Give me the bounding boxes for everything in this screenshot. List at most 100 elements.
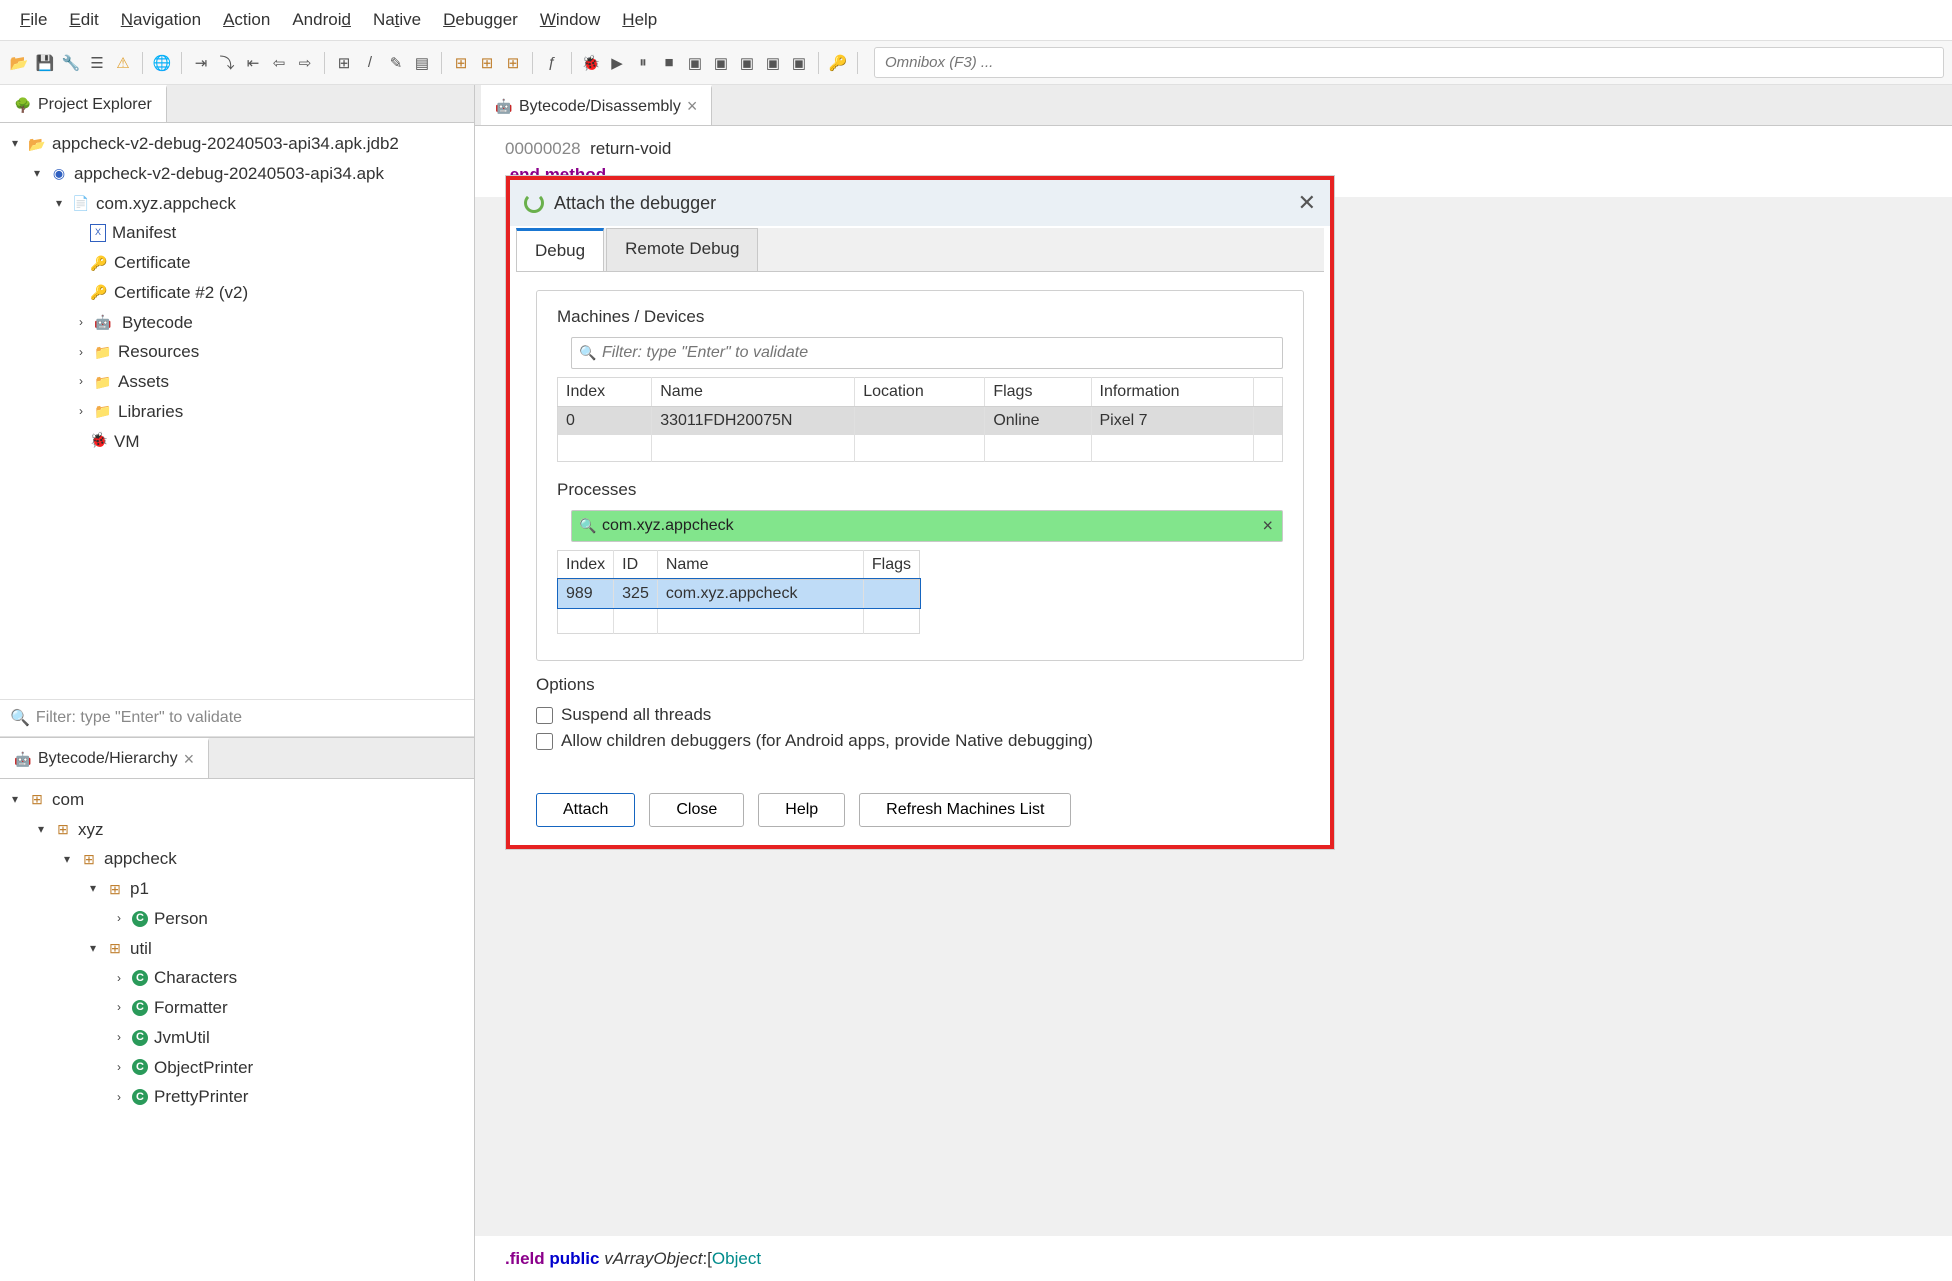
expander-icon[interactable]: › bbox=[112, 968, 126, 989]
tab-project-explorer[interactable]: 🌳 Project Explorer bbox=[0, 85, 167, 122]
tree-row-resources[interactable]: › 📁 Resources bbox=[4, 337, 470, 367]
expander-icon[interactable]: ▾ bbox=[30, 163, 44, 184]
tree-row[interactable]: ›CPrettyPrinter bbox=[4, 1082, 470, 1112]
play-icon[interactable]: ▶ bbox=[606, 52, 628, 74]
col-id[interactable]: ID bbox=[614, 550, 658, 579]
pause-icon[interactable]: ⏸ bbox=[632, 52, 654, 74]
wrench-icon[interactable]: 🔧 bbox=[60, 52, 82, 74]
tree-row[interactable]: ›CPerson bbox=[4, 904, 470, 934]
col-flags[interactable]: Flags bbox=[985, 378, 1091, 407]
attach-button[interactable]: Attach bbox=[536, 793, 635, 827]
slash-icon[interactable]: / bbox=[359, 52, 381, 74]
menu-action[interactable]: Action bbox=[213, 6, 280, 34]
nav-back-icon[interactable]: ⇦ bbox=[268, 52, 290, 74]
expander-icon[interactable]: › bbox=[112, 1087, 126, 1108]
machines-filter-input[interactable] bbox=[571, 337, 1283, 369]
bug-icon[interactable]: 🐞 bbox=[580, 52, 602, 74]
expander-icon[interactable]: ▾ bbox=[8, 133, 22, 154]
menu-native[interactable]: Native bbox=[363, 6, 431, 34]
tree-row[interactable]: ›CFormatter bbox=[4, 993, 470, 1023]
processes-filter-input[interactable] bbox=[571, 510, 1283, 542]
pkg1-icon[interactable]: ⊞ bbox=[450, 52, 472, 74]
option-suspend-threads[interactable]: Suspend all threads bbox=[536, 705, 1304, 725]
arrow-right-icon[interactable]: ⇥ bbox=[190, 52, 212, 74]
grid-icon[interactable]: ⊞ bbox=[333, 52, 355, 74]
expander-icon[interactable]: ▾ bbox=[34, 819, 48, 840]
arrow-down-icon[interactable]: ⤵ bbox=[216, 52, 238, 74]
option-allow-children[interactable]: Allow children debuggers (for Android ap… bbox=[536, 731, 1304, 751]
save-icon[interactable]: 💾 bbox=[34, 52, 56, 74]
refresh-machines-button[interactable]: Refresh Machines List bbox=[859, 793, 1071, 827]
nav-fwd-icon[interactable]: ⇨ bbox=[294, 52, 316, 74]
tree-row[interactable]: ▾⊞com bbox=[4, 785, 470, 815]
close-button[interactable]: Close bbox=[649, 793, 744, 827]
tab-remote-debug[interactable]: Remote Debug bbox=[606, 228, 758, 271]
close-icon[interactable]: ✕ bbox=[1298, 190, 1316, 216]
menu-help[interactable]: Help bbox=[612, 6, 667, 34]
note-icon[interactable]: ▤ bbox=[411, 52, 433, 74]
col-location[interactable]: Location bbox=[855, 378, 985, 407]
col-info[interactable]: Information bbox=[1091, 378, 1254, 407]
tree-row-libraries[interactable]: › 📁 Libraries bbox=[4, 397, 470, 427]
checkbox-children[interactable] bbox=[536, 733, 553, 750]
step1-icon[interactable]: ▣ bbox=[684, 52, 706, 74]
step4-icon[interactable]: ▣ bbox=[762, 52, 784, 74]
pencil-icon[interactable]: ✎ bbox=[385, 52, 407, 74]
open-icon[interactable]: 📂 bbox=[8, 52, 30, 74]
clear-icon[interactable]: × bbox=[1262, 515, 1273, 536]
menu-window[interactable]: Window bbox=[530, 6, 610, 34]
tree-row[interactable]: ▾⊞p1 bbox=[4, 874, 470, 904]
menu-android[interactable]: Android bbox=[282, 6, 361, 34]
expander-icon[interactable]: › bbox=[112, 1057, 126, 1078]
expander-icon[interactable]: › bbox=[74, 401, 88, 422]
col-name[interactable]: Name bbox=[657, 550, 863, 579]
step2-icon[interactable]: ▣ bbox=[710, 52, 732, 74]
col-flags[interactable]: Flags bbox=[863, 550, 919, 579]
tree-row[interactable]: ›CObjectPrinter bbox=[4, 1053, 470, 1083]
expander-icon[interactable]: ▾ bbox=[86, 938, 100, 959]
pkg3-icon[interactable]: ⊞ bbox=[502, 52, 524, 74]
tree-row-cert2[interactable]: 🔑 Certificate #2 (v2) bbox=[4, 278, 470, 308]
help-button[interactable]: Help bbox=[758, 793, 845, 827]
step3-icon[interactable]: ▣ bbox=[736, 52, 758, 74]
history-icon[interactable]: ☰ bbox=[86, 52, 108, 74]
expander-icon[interactable]: › bbox=[112, 1027, 126, 1048]
expander-icon[interactable]: ▾ bbox=[52, 193, 66, 214]
key-icon[interactable]: 🔑 bbox=[827, 52, 849, 74]
table-row[interactable]: 989 325 com.xyz.appcheck bbox=[558, 579, 920, 608]
menu-file[interactable]: File bbox=[10, 6, 57, 34]
expander-icon[interactable]: › bbox=[74, 371, 88, 392]
expander-icon[interactable]: ▾ bbox=[86, 878, 100, 899]
func-icon[interactable]: ƒ bbox=[541, 52, 563, 74]
tree-row-manifest[interactable]: X Manifest bbox=[4, 218, 470, 248]
tree-row-assets[interactable]: › 📁 Assets bbox=[4, 367, 470, 397]
stop-icon[interactable]: ■ bbox=[658, 52, 680, 74]
pkg2-icon[interactable]: ⊞ bbox=[476, 52, 498, 74]
tree-row-vm[interactable]: 🐞 VM bbox=[4, 427, 470, 457]
col-index[interactable]: Index bbox=[558, 550, 614, 579]
tree-row-apk[interactable]: ▾ ◉ appcheck-v2-debug-20240503-api34.apk bbox=[4, 159, 470, 189]
warn-icon[interactable]: ⚠ bbox=[112, 52, 134, 74]
omnibox-input[interactable] bbox=[874, 47, 1944, 78]
tree-row[interactable]: ▾⊞appcheck bbox=[4, 844, 470, 874]
col-name[interactable]: Name bbox=[652, 378, 855, 407]
tree-row[interactable]: ▾⊞util bbox=[4, 934, 470, 964]
expander-icon[interactable]: › bbox=[112, 997, 126, 1018]
menu-debugger[interactable]: Debugger bbox=[433, 6, 528, 34]
globe-icon[interactable]: 🌐 bbox=[151, 52, 173, 74]
tree-row-cert[interactable]: 🔑 Certificate bbox=[4, 248, 470, 278]
tree-row[interactable]: ›CJvmUtil bbox=[4, 1023, 470, 1053]
tree-row[interactable]: ▾⊞xyz bbox=[4, 815, 470, 845]
checkbox-suspend[interactable] bbox=[536, 707, 553, 724]
expander-icon[interactable]: › bbox=[112, 908, 126, 929]
menu-edit[interactable]: Edit bbox=[59, 6, 108, 34]
step5-icon[interactable]: ▣ bbox=[788, 52, 810, 74]
table-row[interactable]: 0 33011FDH20075N Online Pixel 7 bbox=[558, 407, 1283, 436]
expander-icon[interactable]: › bbox=[74, 312, 88, 333]
tree-row-pkg[interactable]: ▾ 📄 com.xyz.appcheck bbox=[4, 189, 470, 219]
expander-icon[interactable]: ▾ bbox=[60, 849, 74, 870]
expander-icon[interactable]: › bbox=[74, 342, 88, 363]
close-icon[interactable]: × bbox=[184, 749, 195, 770]
tab-debug[interactable]: Debug bbox=[516, 228, 604, 271]
tree-row-bytecode[interactable]: › 🤖 Bytecode bbox=[4, 308, 470, 338]
